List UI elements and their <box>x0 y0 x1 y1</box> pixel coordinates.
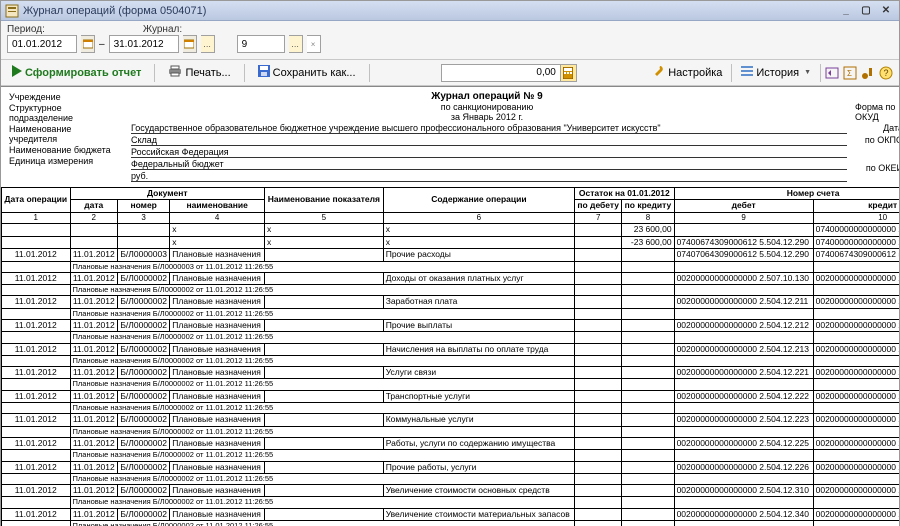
period-label: Период: <box>7 24 45 35</box>
journal-label: Журнал: <box>143 24 182 35</box>
table-row[interactable]: 11.01.201211.01.2012Б/Л0000002Плановые н… <box>2 437 900 449</box>
report-table: Дата операции Документ Наименование пока… <box>1 187 899 526</box>
toolbar-icon-2[interactable]: Σ <box>843 66 857 80</box>
separator <box>731 64 732 82</box>
calculator-icon[interactable] <box>561 64 577 82</box>
table-row-note: Плановые назначения Б/Л0000002 от 11.01.… <box>2 332 900 343</box>
table-row[interactable]: xxx23 600,0007400000000000000 2.502.11.3… <box>2 224 900 236</box>
minimize-button[interactable]: _ <box>837 3 855 19</box>
journal-choose-button[interactable]: … <box>289 35 303 53</box>
table-row-note: Плановые назначения Б/Л0000002 от 11.01.… <box>2 355 900 366</box>
separator <box>154 64 155 82</box>
date-from-picker-icon[interactable] <box>81 35 95 53</box>
table-row-note: Плановые назначения Б/Л0000002 от 11.01.… <box>2 379 900 390</box>
printer-icon <box>168 65 182 80</box>
form-report-button[interactable]: Сформировать отчет <box>7 63 146 82</box>
col-indicator: Наименование показателя <box>265 188 384 213</box>
dropdown-arrow-icon: ▼ <box>804 69 811 76</box>
table-row[interactable]: 11.01.201211.01.2012Б/Л0000002Плановые н… <box>2 461 900 473</box>
parameters-bar: Период: Журнал: 01.01.2012 – 31.01.2012 … <box>1 21 899 60</box>
table-row[interactable]: 11.01.201211.01.2012Б/Л0000002Плановые н… <box>2 485 900 497</box>
journal-clear-button[interactable]: × <box>307 35 321 53</box>
table-row[interactable]: 11.01.201211.01.2012Б/Л0000002Плановые н… <box>2 343 900 355</box>
settings-button[interactable]: Настройка <box>648 63 727 82</box>
col-operation: Содержание операции <box>383 188 574 213</box>
help-icon[interactable]: ? <box>879 66 893 80</box>
list-icon <box>741 65 753 80</box>
codes-block: КОДЫ Форма по ОКУД0504071 Дата01.02.2012… <box>855 91 899 183</box>
toolbar-icon-3[interactable] <box>861 66 875 80</box>
date-from-input[interactable]: 01.01.2012 <box>7 35 77 53</box>
app-icon <box>5 4 19 18</box>
table-row-note: Плановые назначения Б/Л0000002 от 11.01.… <box>2 403 900 414</box>
report-title: Журнал операций № 9 <box>127 91 847 102</box>
table-row[interactable]: 11.01.201211.01.2012Б/Л0000002Плановые н… <box>2 296 900 308</box>
table-row-note: Плановые назначения Б/Л0000003 от 11.01.… <box>2 261 900 272</box>
date-to-input[interactable]: 31.01.2012 <box>109 35 179 53</box>
date-to-picker-icon[interactable] <box>183 35 197 53</box>
svg-text:?: ? <box>884 68 889 78</box>
col-balance: Остаток на 01.01.2012 <box>575 188 674 200</box>
table-row-note: Плановые назначения Б/Л0000002 от 11.01.… <box>2 450 900 461</box>
col-account: Номер счета <box>674 188 899 200</box>
table-row[interactable]: 11.01.201211.01.2012Б/Л0000002Плановые н… <box>2 272 900 284</box>
window-title: Журнал операций (форма 0504071) <box>23 5 835 17</box>
table-row-note: Плановые назначения Б/Л0000002 от 11.01.… <box>2 426 900 437</box>
floppy-icon <box>258 65 270 80</box>
history-button[interactable]: История ▼ <box>736 63 816 82</box>
report-subtitle: по санкционированию <box>127 102 847 112</box>
report-period: за Январь 2012 г. <box>127 112 847 122</box>
maximize-button[interactable]: ▢ <box>857 3 875 19</box>
close-button[interactable]: ✕ <box>877 3 895 19</box>
table-row-note: Плановые назначения Б/Л0000002 от 11.01.… <box>2 521 900 526</box>
journal-input[interactable]: 9 <box>237 35 285 53</box>
save-as-button[interactable]: Сохранить как... <box>253 63 361 82</box>
date-dash: – <box>99 39 105 50</box>
toolbar: Сформировать отчет Печать... Сохранить к… <box>1 60 899 86</box>
col-document: Документ <box>70 188 265 200</box>
table-row-note: Плановые назначения Б/Л0000002 от 11.01.… <box>2 497 900 508</box>
table-row-note: Плановые назначения Б/Л0000002 от 11.01.… <box>2 473 900 484</box>
table-row-note: Плановые назначения Б/Л0000002 от 11.01.… <box>2 308 900 319</box>
org-values: Государственное образовательное бюджетно… <box>127 123 847 182</box>
print-button[interactable]: Печать... <box>163 63 235 82</box>
toolbar-icon-1[interactable] <box>825 66 839 80</box>
table-row[interactable]: 11.01.201211.01.2012Б/Л0000002Плановые н… <box>2 390 900 402</box>
col-date: Дата операции <box>2 188 71 213</box>
table-row[interactable]: 11.01.201211.01.2012Б/Л0000002Плановые н… <box>2 414 900 426</box>
col-numbers: 123456789101112 <box>2 212 900 224</box>
table-row[interactable]: 11.01.201211.01.2012Б/Л0000002Плановые н… <box>2 508 900 520</box>
value-input[interactable]: 0,00 <box>441 64 561 82</box>
separator <box>244 64 245 82</box>
title-bar: Журнал операций (форма 0504071) _ ▢ ✕ <box>1 1 899 21</box>
org-labels: Учреждение Структурное подразделение Наи… <box>9 91 119 183</box>
separator <box>369 64 370 82</box>
play-icon <box>12 65 22 80</box>
table-row[interactable]: xxx-23 600,0007400674309000612 5.504.12.… <box>2 236 900 248</box>
table-row[interactable]: 11.01.201211.01.2012Б/Л0000003Плановые н… <box>2 249 900 261</box>
table-row[interactable]: 11.01.201211.01.2012Б/Л0000002Плановые н… <box>2 319 900 331</box>
separator <box>820 64 821 82</box>
table-row-note: Плановые назначения Б/Л0000002 от 11.01.… <box>2 285 900 296</box>
table-row[interactable]: 11.01.201211.01.2012Б/Л0000002Плановые н… <box>2 367 900 379</box>
svg-text:Σ: Σ <box>847 69 852 78</box>
period-choose-button[interactable]: … <box>201 35 215 53</box>
wrench-icon <box>653 65 665 80</box>
report-viewport[interactable]: Учреждение Структурное подразделение Наи… <box>1 86 899 526</box>
